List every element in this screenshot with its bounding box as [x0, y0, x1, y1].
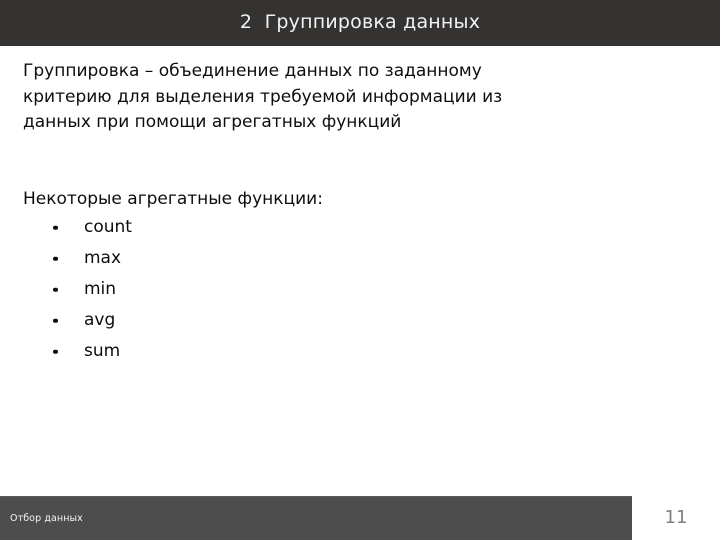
presentation-slide: 2 Группировка данных Группировка – объед… [0, 0, 720, 540]
bullet-dot-icon [53, 225, 58, 230]
slide-body: Группировка – объединение данных по зада… [23, 59, 683, 367]
aggregate-functions-list: count max min avg sum [23, 212, 683, 367]
definition-paragraph: Группировка – объединение данных по зада… [23, 61, 503, 132]
slide-title: 2 Группировка данных [239, 10, 481, 33]
list-item: min [23, 274, 683, 305]
list-item-label: sum [84, 341, 121, 361]
page-number: 11 [632, 496, 720, 540]
list-item-label: max [84, 248, 122, 268]
bullet-dot-icon [53, 349, 58, 354]
list-item: max [23, 243, 683, 274]
list-item-label: avg [84, 310, 116, 330]
list-item-label: count [84, 217, 132, 237]
aggregate-functions-intro: Некоторые агрегатные функции: [23, 188, 323, 209]
bullet-dot-icon [53, 256, 58, 261]
list-item: avg [23, 305, 683, 336]
list-item: count [23, 212, 683, 243]
slide-header-band: 2 Группировка данных [0, 0, 720, 46]
list-item: sum [23, 336, 683, 367]
bullet-dot-icon [53, 318, 58, 323]
list-item-label: min [84, 279, 117, 299]
slide-footer-bar: Отбор данных [0, 496, 632, 540]
footer-section-label: Отбор данных [10, 512, 83, 524]
bullet-dot-icon [53, 287, 58, 292]
